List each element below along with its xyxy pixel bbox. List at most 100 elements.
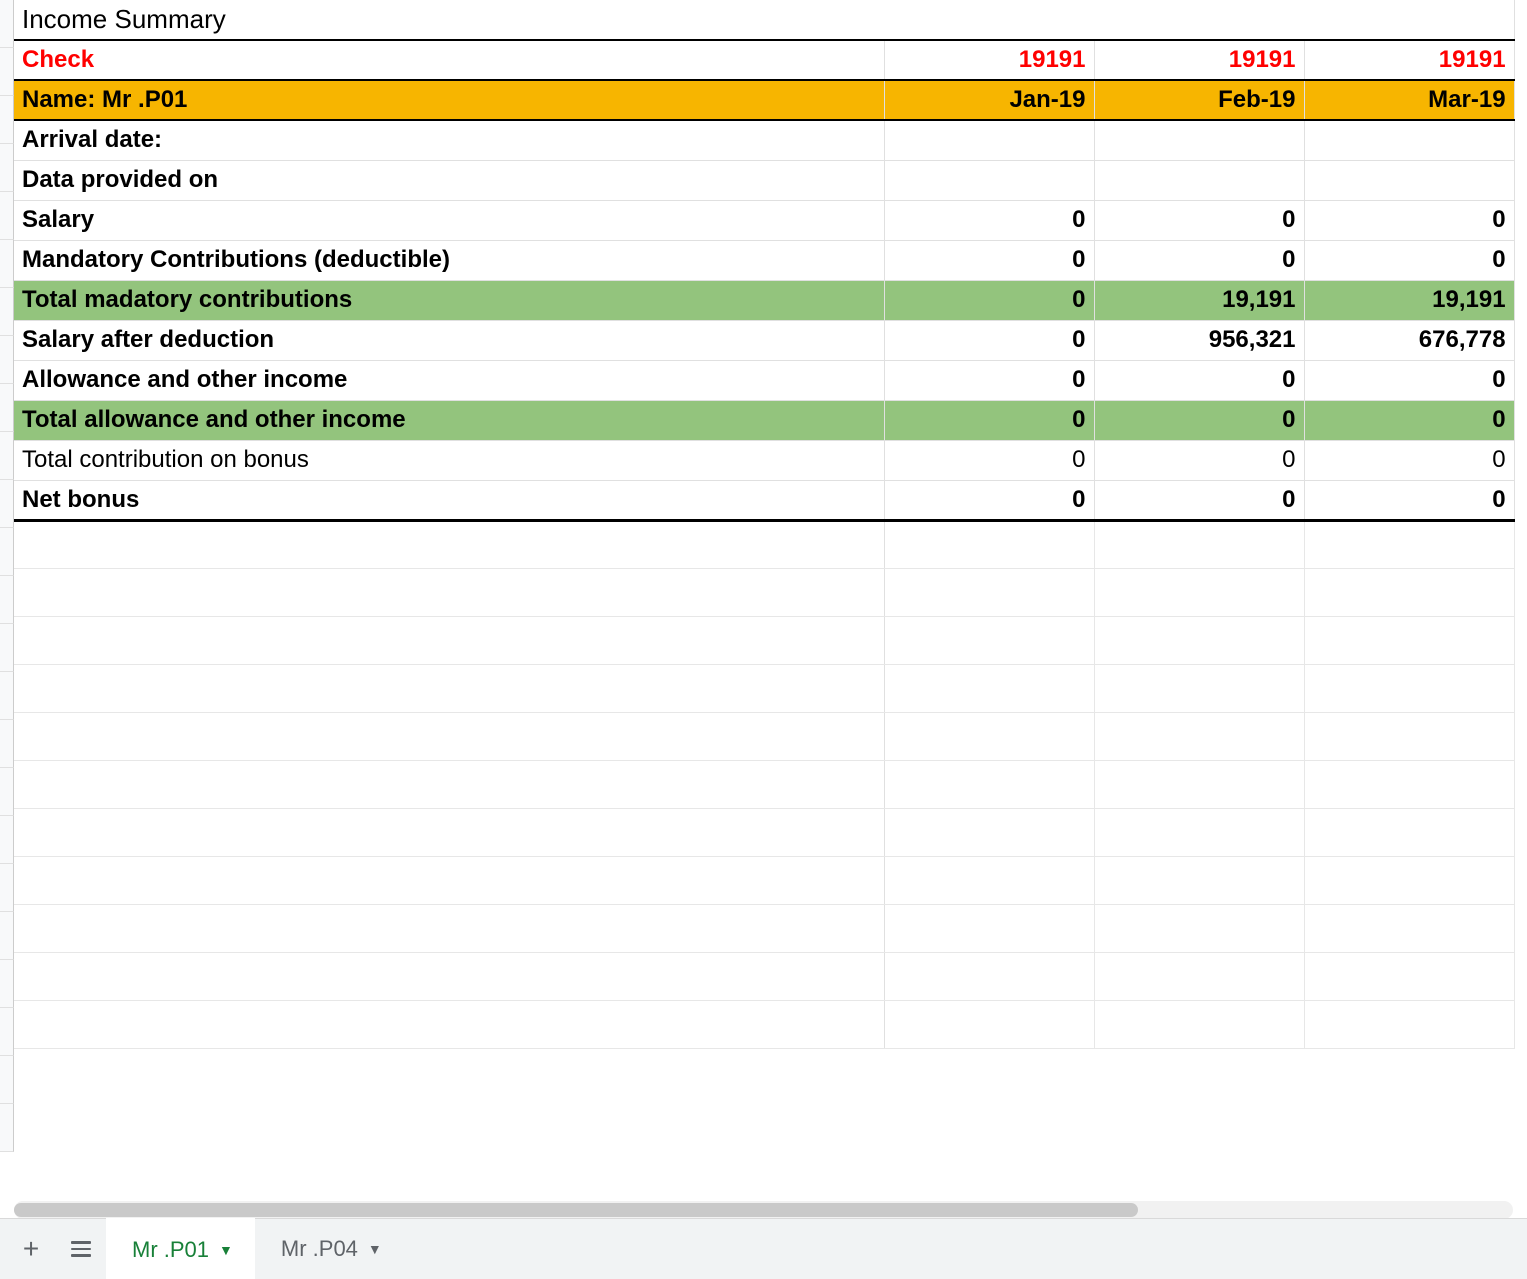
empty-cell[interactable] bbox=[14, 1000, 884, 1048]
empty-cell[interactable] bbox=[884, 1000, 1094, 1048]
data-cell[interactable]: 0 bbox=[1304, 400, 1514, 440]
row-header[interactable] bbox=[0, 288, 14, 336]
data-cell[interactable] bbox=[1304, 160, 1514, 200]
row-label-cell[interactable]: Total allowance and other income bbox=[14, 400, 884, 440]
spreadsheet-grid[interactable]: Income Summary Check 19191 19191 19191 N… bbox=[14, 0, 1515, 1049]
row-label-cell[interactable]: Mandatory Contributions (deductible) bbox=[14, 240, 884, 280]
row-header[interactable] bbox=[0, 816, 14, 864]
empty-cell[interactable] bbox=[1094, 856, 1304, 904]
data-cell[interactable]: 0 bbox=[884, 360, 1094, 400]
data-cell[interactable] bbox=[884, 120, 1094, 160]
row-header[interactable] bbox=[0, 1056, 14, 1104]
row-label-cell[interactable]: Salary after deduction bbox=[14, 320, 884, 360]
row-header[interactable] bbox=[0, 240, 14, 288]
month-header-cell[interactable]: Jan-19 bbox=[884, 80, 1094, 120]
row-header[interactable] bbox=[0, 960, 14, 1008]
row-header[interactable] bbox=[0, 1008, 14, 1056]
empty-cell[interactable] bbox=[14, 664, 884, 712]
row-header[interactable] bbox=[0, 336, 14, 384]
empty-cell[interactable] bbox=[1094, 760, 1304, 808]
row-label-cell[interactable]: Salary bbox=[14, 200, 884, 240]
add-sheet-button[interactable]: + bbox=[6, 1227, 56, 1271]
row-header[interactable] bbox=[0, 768, 14, 816]
title-cell[interactable]: Income Summary bbox=[14, 0, 1514, 40]
data-cell[interactable] bbox=[1094, 120, 1304, 160]
empty-cell[interactable] bbox=[1094, 952, 1304, 1000]
data-cell[interactable] bbox=[1304, 120, 1514, 160]
empty-cell[interactable] bbox=[1304, 1000, 1514, 1048]
empty-cell[interactable] bbox=[884, 952, 1094, 1000]
data-cell[interactable]: 0 bbox=[1304, 440, 1514, 480]
empty-cell[interactable] bbox=[1094, 616, 1304, 664]
check-value-cell[interactable]: 19191 bbox=[884, 40, 1094, 80]
data-cell[interactable]: 956,321 bbox=[1094, 320, 1304, 360]
empty-cell[interactable] bbox=[14, 856, 884, 904]
empty-cell[interactable] bbox=[1094, 568, 1304, 616]
sheet-tab[interactable]: Mr .P04 ▼ bbox=[255, 1219, 404, 1279]
data-cell[interactable]: 0 bbox=[1304, 480, 1514, 520]
empty-cell[interactable] bbox=[1304, 760, 1514, 808]
horizontal-scroll-thumb[interactable] bbox=[14, 1203, 1138, 1217]
empty-cell[interactable] bbox=[884, 856, 1094, 904]
empty-cell[interactable] bbox=[1304, 664, 1514, 712]
row-header[interactable] bbox=[0, 384, 14, 432]
row-header[interactable] bbox=[0, 720, 14, 768]
row-label-cell[interactable]: Net bonus bbox=[14, 480, 884, 520]
data-cell[interactable]: 676,778 bbox=[1304, 320, 1514, 360]
empty-cell[interactable] bbox=[1304, 712, 1514, 760]
data-cell[interactable]: 0 bbox=[884, 240, 1094, 280]
data-cell[interactable]: 0 bbox=[1094, 480, 1304, 520]
check-value-cell[interactable]: 19191 bbox=[1304, 40, 1514, 80]
horizontal-scrollbar[interactable] bbox=[14, 1201, 1513, 1219]
row-header[interactable] bbox=[0, 1104, 14, 1152]
empty-cell[interactable] bbox=[1094, 520, 1304, 568]
empty-cell[interactable] bbox=[1304, 616, 1514, 664]
data-cell[interactable]: 0 bbox=[1304, 360, 1514, 400]
empty-cell[interactable] bbox=[14, 808, 884, 856]
empty-cell[interactable] bbox=[1304, 856, 1514, 904]
empty-cell[interactable] bbox=[884, 904, 1094, 952]
row-header[interactable] bbox=[0, 528, 14, 576]
empty-cell[interactable] bbox=[1094, 904, 1304, 952]
row-header[interactable] bbox=[0, 624, 14, 672]
row-header[interactable] bbox=[0, 48, 14, 96]
empty-cell[interactable] bbox=[1304, 808, 1514, 856]
row-label-cell[interactable]: Data provided on bbox=[14, 160, 884, 200]
row-header[interactable] bbox=[0, 576, 14, 624]
row-header[interactable] bbox=[0, 672, 14, 720]
name-label-cell[interactable]: Name: Mr .P01 bbox=[14, 80, 884, 120]
sheet-tab-active[interactable]: Mr .P01 ▼ bbox=[106, 1218, 255, 1279]
data-cell[interactable]: 0 bbox=[1304, 240, 1514, 280]
empty-cell[interactable] bbox=[884, 760, 1094, 808]
empty-cell[interactable] bbox=[14, 760, 884, 808]
data-cell[interactable]: 0 bbox=[1094, 400, 1304, 440]
row-label-cell[interactable]: Total contribution on bonus bbox=[14, 440, 884, 480]
data-cell[interactable]: 0 bbox=[884, 400, 1094, 440]
empty-cell[interactable] bbox=[1304, 520, 1514, 568]
data-cell[interactable]: 0 bbox=[884, 280, 1094, 320]
empty-cell[interactable] bbox=[884, 664, 1094, 712]
empty-cell[interactable] bbox=[1094, 1000, 1304, 1048]
data-cell[interactable]: 0 bbox=[1094, 440, 1304, 480]
data-cell[interactable]: 0 bbox=[884, 480, 1094, 520]
empty-cell[interactable] bbox=[884, 808, 1094, 856]
data-cell[interactable] bbox=[884, 160, 1094, 200]
check-value-cell[interactable]: 19191 bbox=[1094, 40, 1304, 80]
data-cell[interactable]: 19,191 bbox=[1094, 280, 1304, 320]
empty-cell[interactable] bbox=[14, 616, 884, 664]
data-cell[interactable]: 0 bbox=[1094, 360, 1304, 400]
row-header[interactable] bbox=[0, 432, 14, 480]
empty-cell[interactable] bbox=[14, 712, 884, 760]
row-header[interactable] bbox=[0, 864, 14, 912]
row-label-cell[interactable]: Allowance and other income bbox=[14, 360, 884, 400]
data-cell[interactable] bbox=[1094, 160, 1304, 200]
data-cell[interactable]: 0 bbox=[1094, 240, 1304, 280]
empty-cell[interactable] bbox=[1094, 664, 1304, 712]
data-cell[interactable]: 0 bbox=[884, 320, 1094, 360]
empty-cell[interactable] bbox=[14, 568, 884, 616]
row-label-cell[interactable]: Arrival date: bbox=[14, 120, 884, 160]
row-header[interactable] bbox=[0, 96, 14, 144]
row-header[interactable] bbox=[0, 192, 14, 240]
row-header[interactable] bbox=[0, 480, 14, 528]
month-header-cell[interactable]: Feb-19 bbox=[1094, 80, 1304, 120]
